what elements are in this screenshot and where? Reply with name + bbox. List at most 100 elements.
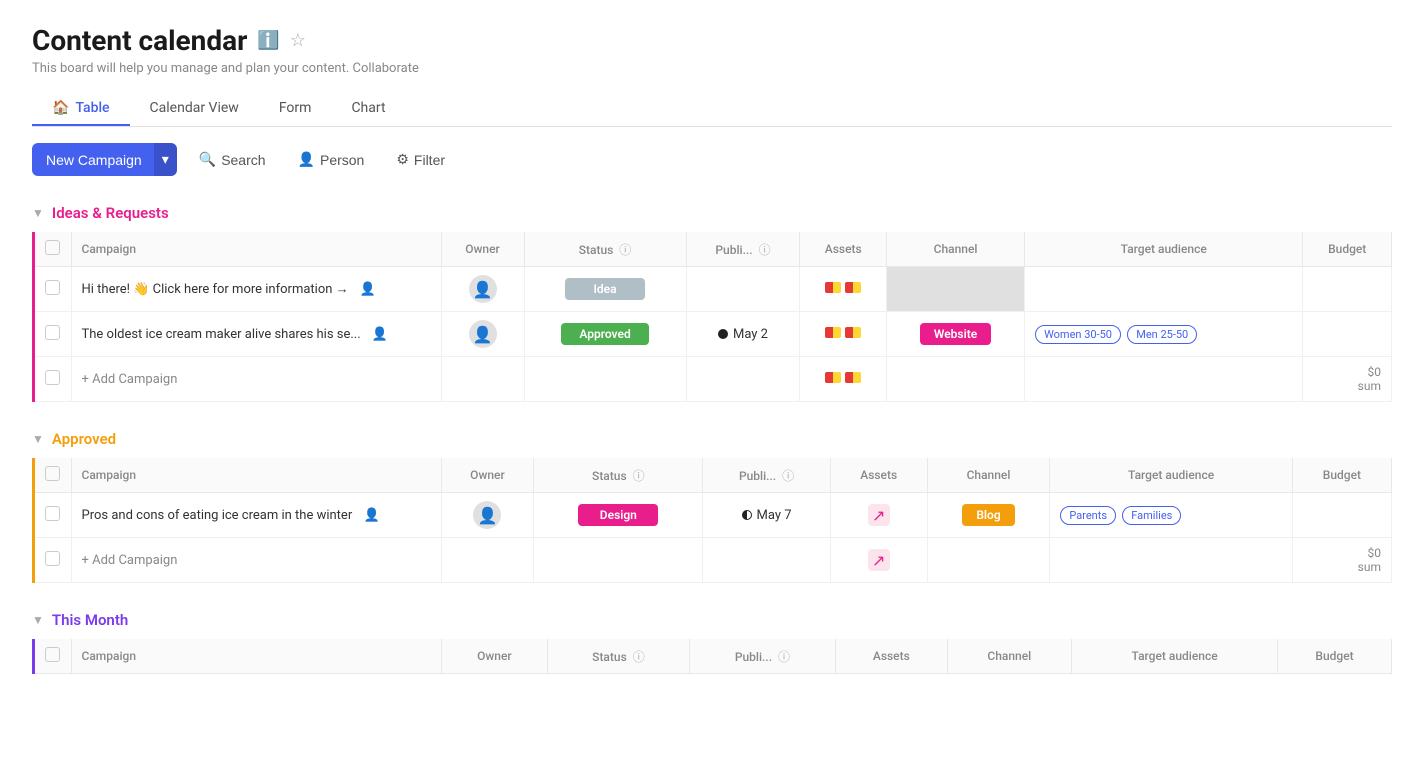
add-owner-icon[interactable]: 👤 (360, 282, 376, 297)
pub-cell: May 2 (686, 312, 800, 357)
status-info-icon-approved[interactable]: ⓘ (633, 469, 645, 483)
person-button[interactable]: 👤 Person (288, 145, 375, 174)
asset-icon: ↗ (868, 549, 890, 571)
section-thismonth: ▼ This Month Campaign Owner Status ⓘ Pu (32, 611, 1392, 674)
chevron-icon: ▼ (32, 206, 44, 220)
col-campaign-ideas: Campaign (71, 232, 441, 267)
flag-assets (825, 282, 861, 293)
col-status-thismonth: Status ⓘ (548, 639, 689, 674)
avatar: 👤 (473, 501, 501, 529)
star-icon[interactable]: ☆ (290, 30, 306, 51)
empty-cell (887, 357, 1025, 402)
select-all-checkbox-approved[interactable] (45, 466, 60, 481)
add-owner-icon[interactable]: 👤 (363, 508, 379, 523)
row-checkbox[interactable] (45, 506, 60, 521)
col-budget-approved: Budget (1292, 458, 1391, 493)
page-title: Content calendar (32, 24, 247, 57)
tabs-bar: 🏠 Table Calendar View Form Chart (32, 92, 1392, 127)
asset-icon: ↗ (868, 504, 890, 526)
status-cell: Idea (524, 267, 686, 312)
search-button[interactable]: 🔍 Search (189, 145, 276, 174)
audience-tag: Women 30-50 (1035, 325, 1121, 344)
info-icon[interactable]: ℹ️ (257, 30, 279, 51)
pub-cell: May 7 (703, 493, 830, 538)
add-owner-icon[interactable]: 👤 (372, 327, 388, 342)
filter-icon: ⚙ (396, 151, 409, 168)
empty-cell (524, 357, 686, 402)
row-checkbox[interactable] (45, 280, 60, 295)
add-campaign-cell[interactable]: + Add Campaign (71, 538, 441, 583)
row-checkbox[interactable] (45, 325, 60, 340)
empty-cell (1025, 357, 1303, 402)
col-owner-ideas: Owner (441, 232, 524, 267)
pub-dot (718, 329, 728, 339)
pub-info-icon-approved[interactable]: ⓘ (782, 469, 794, 483)
pub-half-dot (742, 510, 752, 520)
new-campaign-caret[interactable]: ▾ (154, 143, 177, 176)
col-assets-approved: Assets (830, 458, 927, 493)
flag-assets (825, 372, 861, 383)
section-thismonth-header[interactable]: ▼ This Month (32, 611, 1392, 629)
flag-blue (845, 282, 861, 293)
owner-cell: 👤 (441, 312, 524, 357)
row-checkbox[interactable] (45, 551, 60, 566)
assets-cell (800, 357, 887, 402)
campaign-cell: Pros and cons of eating ice cream in the… (71, 493, 441, 538)
pub-info-icon-ideas[interactable]: ⓘ (759, 243, 771, 257)
empty-cell (441, 357, 524, 402)
tab-form[interactable]: Form (259, 92, 332, 126)
section-ideas-header[interactable]: ▼ Ideas & Requests (32, 204, 1392, 222)
empty-cell (686, 357, 800, 402)
status-cell: Design (534, 493, 703, 538)
owner-cell: 👤 (441, 493, 534, 538)
tab-calendar[interactable]: Calendar View (130, 92, 259, 126)
person-icon: 👤 (298, 151, 315, 168)
pub-info-icon-thismonth[interactable]: ⓘ (778, 650, 790, 664)
col-channel-thismonth: Channel (947, 639, 1072, 674)
table-row: The oldest ice cream maker alive shares … (35, 312, 1392, 357)
channel-cell: Website (887, 312, 1025, 357)
budget-cell (1292, 493, 1391, 538)
campaign-cell: Hi there! 👋 Click here for more informat… (71, 267, 441, 312)
flag-red (825, 372, 841, 383)
filter-button[interactable]: ⚙ Filter (386, 145, 455, 174)
tab-table[interactable]: 🏠 Table (32, 92, 130, 126)
add-campaign-row: + Add Campaign ↗ $0 sum (35, 538, 1392, 583)
status-cell: Approved (524, 312, 686, 357)
ideas-table-wrap: Campaign Owner Status ⓘ Publi... ⓘ Asset… (32, 232, 1392, 402)
tab-chart[interactable]: Chart (331, 92, 405, 126)
status-info-icon-thismonth[interactable]: ⓘ (633, 650, 645, 664)
page-subtitle: This board will help you manage and plan… (32, 61, 1392, 76)
col-assets-thismonth: Assets (836, 639, 947, 674)
col-pub-thismonth: Publi... ⓘ (689, 639, 835, 674)
empty-cell (927, 538, 1050, 583)
flag-blue (845, 327, 861, 338)
section-approved-header[interactable]: ▼ Approved (32, 430, 1392, 448)
add-campaign-cell[interactable]: + Add Campaign (71, 357, 441, 402)
empty-cell (534, 538, 703, 583)
status-info-icon-ideas[interactable]: ⓘ (619, 243, 631, 257)
channel-cell (887, 267, 1025, 312)
new-campaign-button[interactable]: New Campaign ▾ (32, 143, 177, 176)
table-row: Hi there! 👋 Click here for more informat… (35, 267, 1392, 312)
col-status-ideas: Status ⓘ (524, 232, 686, 267)
approved-table-wrap: Campaign Owner Status ⓘ Publi... ⓘ Asset… (32, 458, 1392, 583)
new-campaign-label: New Campaign (46, 152, 142, 168)
flag-assets (825, 327, 861, 338)
col-channel-ideas: Channel (887, 232, 1025, 267)
select-all-checkbox-thismonth[interactable] (45, 647, 60, 662)
thismonth-table-wrap: Campaign Owner Status ⓘ Publi... ⓘ Asset… (32, 639, 1392, 674)
avatar: 👤 (469, 320, 497, 348)
audience-cell: Women 30-50 Men 25-50 (1025, 312, 1303, 357)
page-header: Content calendar ℹ️ ☆ This board will he… (32, 24, 1392, 76)
budget-cell (1303, 267, 1392, 312)
row-checkbox[interactable] (45, 370, 60, 385)
section-ideas: ▼ Ideas & Requests Campaign Owner Status… (32, 204, 1392, 402)
col-campaign-approved: Campaign (71, 458, 441, 493)
empty-cell (1050, 538, 1293, 583)
audience-cell (1025, 267, 1303, 312)
section-approved: ▼ Approved Campaign Owner Status ⓘ Publ (32, 430, 1392, 583)
empty-cell (441, 538, 534, 583)
col-pub-approved: Publi... ⓘ (703, 458, 830, 493)
select-all-checkbox-ideas[interactable] (45, 240, 60, 255)
